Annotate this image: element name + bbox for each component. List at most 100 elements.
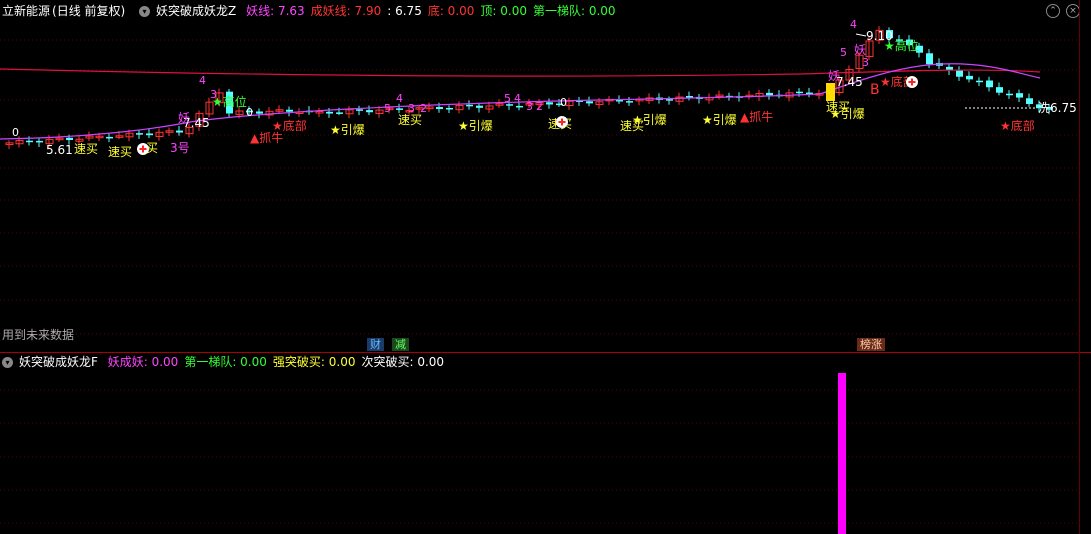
sub-field-2: 强突破买: 0.00 [272, 355, 356, 369]
main-chart-canvas[interactable]: 洗6.759.105.617.457.45速买速买速买速买速买速买★引爆★引爆★… [0, 0, 1091, 352]
candle-body-down [26, 140, 33, 143]
candle-body-down [436, 107, 443, 110]
candle-body-down [106, 136, 113, 139]
main-field-4: 顶: 0.00 [480, 4, 527, 18]
main-chart-panel[interactable]: 洗6.759.105.617.457.45速买速买速买速买速买速买★引爆★引爆★… [0, 0, 1091, 352]
collapse-panel-icon[interactable]: ⌃ [1046, 4, 1060, 18]
sub-field-0: 妖成妖: 0.00 [107, 355, 179, 369]
candle-body-down [1026, 98, 1033, 104]
main-indicator-header: 立新能源 (日线 前复权) ▾ 妖突破成妖龙Z 妖线: 7.63 成妖线: 7.90:… [2, 3, 628, 19]
candle-body-down [396, 108, 403, 110]
future-data-note: 用到未来数据 [2, 328, 75, 342]
ignite-signal-0: ★引爆 [330, 123, 365, 137]
candle-body-down [146, 133, 153, 136]
digit-label-0: 4 [199, 74, 206, 87]
candle-body-down [626, 101, 633, 103]
reduce-tag[interactable]: 减 [392, 338, 409, 351]
circle-cross-marker-2 [906, 76, 918, 88]
digit-label-6: 3 [408, 102, 415, 115]
sub-field-3: 次突破买: 0.00 [361, 355, 445, 369]
candle-body-down [996, 87, 1003, 93]
catch-bull-signal-1: ▲抓牛 [740, 109, 773, 124]
candle-body-down [476, 105, 483, 108]
candle-body-down [336, 112, 343, 114]
candle-body-down [286, 109, 293, 112]
sub-chart-canvas[interactable] [0, 353, 1091, 534]
digit-label-5: 4 [396, 92, 403, 105]
candle-body-down [686, 96, 693, 98]
candle-body-down [136, 133, 143, 135]
demon-signal-0: 妖 [178, 111, 190, 125]
candle-body-down [546, 102, 553, 105]
candle-body-down [326, 111, 333, 114]
demon-signal-1: 妖 [828, 69, 840, 83]
sub-indicator-values: 妖成妖: 0.00 第一梯队: 0.00 强突破买: 0.00 次突破买: 0.00 [108, 355, 450, 369]
zero-label-2: 0 [560, 96, 567, 109]
price-level-left: 5.61 [46, 143, 73, 157]
close-panel-icon[interactable]: × [1066, 4, 1080, 18]
zero-label-0: 0 [12, 126, 19, 139]
top-list-tag[interactable]: 榜涨 [857, 338, 885, 351]
digit-label-10: 4 [514, 92, 521, 105]
candle-body-down [586, 101, 593, 104]
main-indicator-name: 妖突破成妖龙Z [156, 4, 237, 18]
circle-cross-marker-1 [556, 116, 568, 128]
fast-buy-signal-1: 速买 [108, 145, 132, 159]
main-field-2: : 6.75 [387, 4, 422, 18]
demon-signal-2: 妖 [854, 43, 866, 57]
digit-label-8: 2 [420, 102, 427, 115]
digit-label-2: 5 [840, 46, 847, 59]
candle-body-down [36, 140, 43, 143]
main-field-5: 第一梯队: 0.00 [532, 4, 616, 18]
candle-body-down [1016, 93, 1023, 98]
candle-body-down [356, 109, 363, 111]
fast-buy-signal-0: 速买 [74, 142, 98, 156]
high-position-signal-0: ★高位 [212, 94, 247, 109]
signal-volume-block [826, 83, 835, 101]
digit-label-3: 4 [850, 18, 857, 31]
digit-label-1: 3 [210, 88, 217, 101]
close-price-label: 洗6.75 [1038, 101, 1077, 115]
indicator-dropdown-icon[interactable]: ▾ [139, 6, 151, 17]
ignite-signal-3: ★引爆 [702, 113, 737, 127]
sub-field-1: 第一梯队: 0.00 [184, 355, 267, 369]
candle-body-down [366, 110, 373, 113]
candle-body-down [1006, 93, 1013, 96]
candle-body-down [766, 92, 773, 96]
demon-volume-bar [838, 373, 846, 534]
high-price-pointer [855, 33, 867, 37]
digit-label-12: 2 [536, 100, 543, 113]
digit-label-9: 5 [504, 92, 511, 105]
sub-indicator-header: ▾ 妖突破成妖龙F 妖成妖: 0.00 第一梯队: 0.00 强突破买: 0.00 次突… [2, 354, 456, 370]
candle-body-down [516, 105, 523, 108]
ignite-signal-1: ★引爆 [458, 119, 493, 133]
zero-label-1: 0 [246, 106, 253, 119]
sub-indicator-dropdown-icon[interactable]: ▾ [2, 357, 13, 368]
fast-buy-signal-2: 速买 [398, 113, 422, 127]
main-field-0: 妖线: 7.63 [246, 4, 305, 18]
candle-body-down [176, 130, 183, 133]
candle-body-down [466, 104, 473, 107]
candle-body-down [66, 137, 73, 141]
digit-label-11: 3 [526, 100, 533, 113]
finance-tag[interactable]: 财 [367, 338, 384, 351]
candle-body-down [956, 70, 963, 77]
ignite-signal-4: ★引爆 [830, 107, 865, 121]
sub-indicator-name: 妖突破成妖龙F [19, 355, 98, 369]
no3-tag: 3号 [170, 141, 190, 155]
ignite-signal-2: ★引爆 [632, 113, 667, 127]
main-field-3: 底: 0.00 [427, 4, 475, 18]
stock-name: 立新能源 [2, 4, 51, 18]
right-axis-border [1079, 0, 1080, 534]
sub-chart-panel[interactable]: ▾ 妖突破成妖龙F 妖成妖: 0.00 第一梯队: 0.00 强突破买: 0.00 次突… [0, 353, 1091, 534]
b-tag: B [870, 82, 880, 98]
candle-body-down [796, 91, 803, 94]
high-position-signal-1: ★高位 [884, 38, 919, 53]
bottom-signal-2: ★底部 [1000, 118, 1035, 133]
candle-body-down [256, 111, 263, 114]
digit-label-7: 5 [384, 102, 391, 115]
main-field-1: 成妖线: 7.90 [310, 4, 382, 18]
digit-label-4: 3 [862, 56, 869, 69]
candle-body-down [976, 80, 983, 83]
main-indicator-values: 妖线: 7.63 成妖线: 7.90 : 6.75 底: 0.00 顶: 0.00 第一梯… [246, 4, 621, 18]
